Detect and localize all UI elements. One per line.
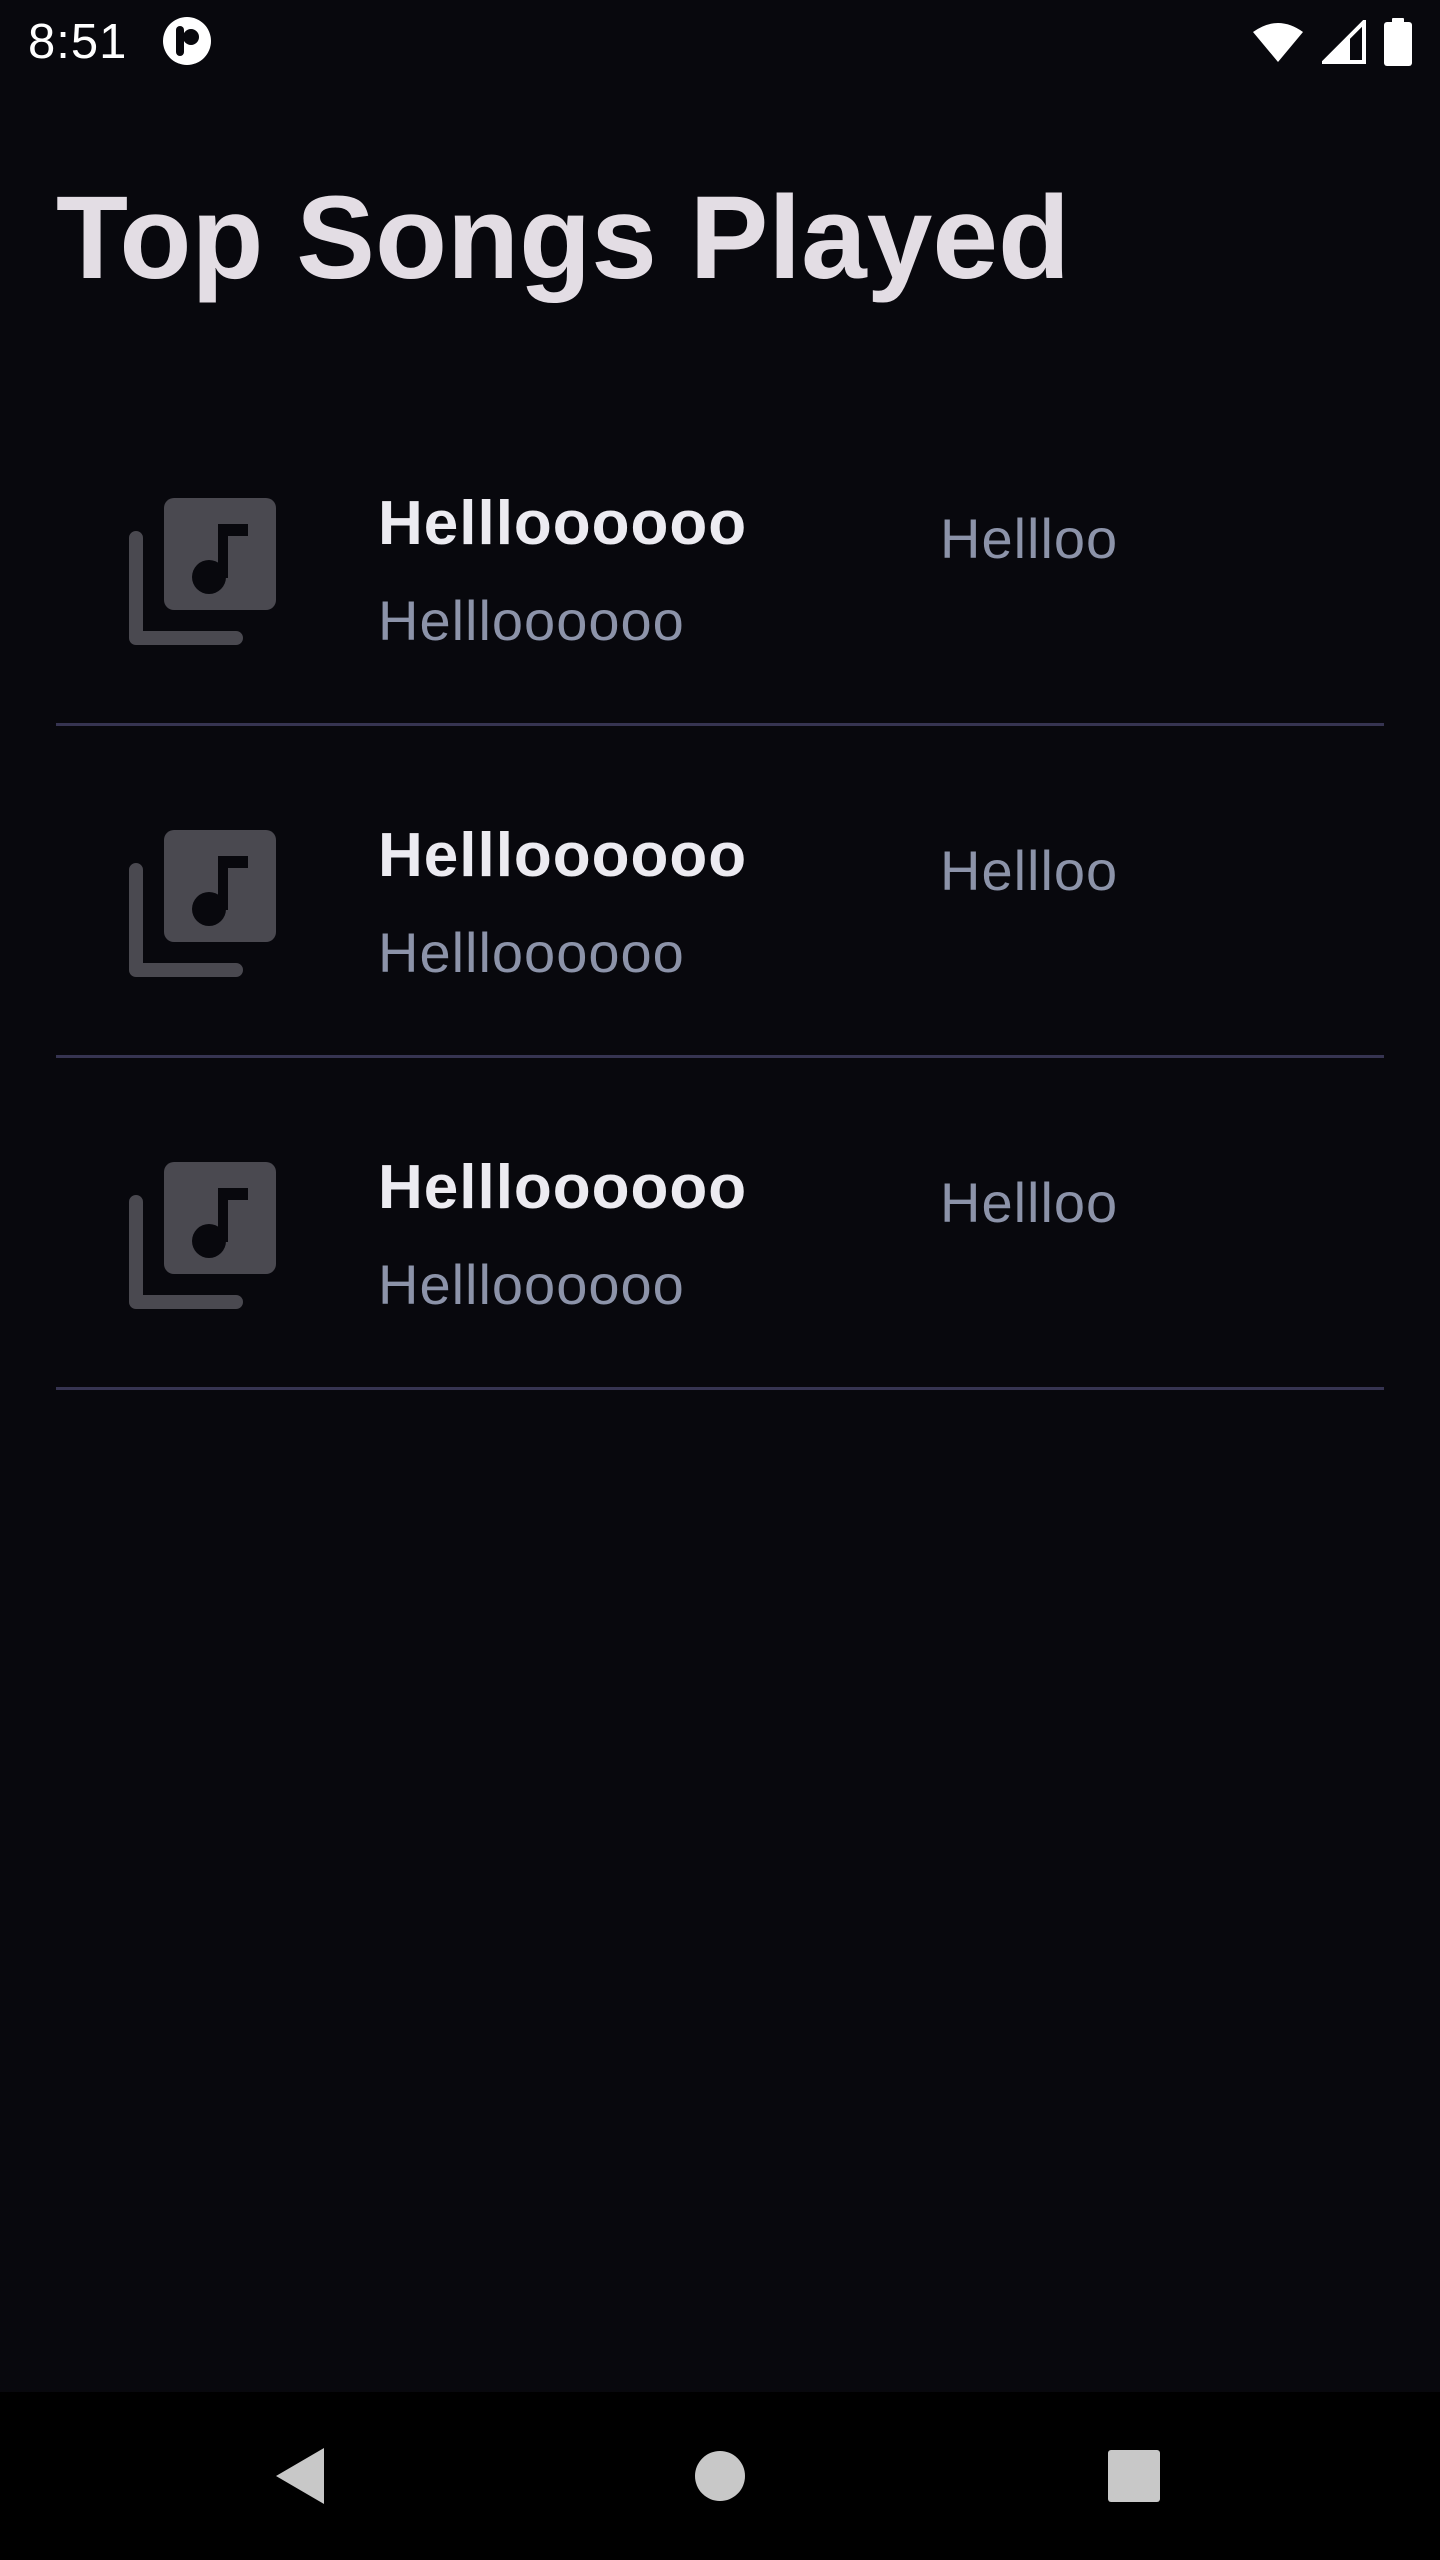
recents-icon: [1108, 2450, 1160, 2502]
home-icon: [695, 2451, 745, 2501]
song-title: Hellloooooo: [378, 489, 748, 558]
song-meta: Hellloo: [940, 839, 1119, 902]
app-notification-icon: [163, 17, 211, 65]
song-meta: Hellloo: [940, 1171, 1119, 1234]
song-list: Hellloooooo Hellloooooo Hellloo Helllooo…: [56, 394, 1384, 1390]
recents-button[interactable]: [1094, 2436, 1174, 2516]
back-icon: [276, 2448, 324, 2504]
status-icons: [1252, 18, 1412, 66]
song-item[interactable]: Hellloooooo Hellloooooo Hellloo: [56, 394, 1384, 726]
back-button[interactable]: [260, 2436, 340, 2516]
wifi-icon: [1253, 23, 1303, 62]
song-meta: Hellloo: [940, 507, 1119, 570]
page-title: Top Songs Played: [56, 172, 1071, 304]
battery-icon: [1384, 18, 1412, 66]
music-library-icon: [129, 830, 276, 977]
status-time: 8:51: [28, 15, 128, 69]
navigation-bar: [0, 2392, 1440, 2560]
status-bar: 8:51: [0, 0, 1440, 84]
music-library-icon: [129, 1162, 276, 1309]
song-subtitle: Hellloooooo: [378, 921, 685, 984]
song-subtitle: Hellloooooo: [378, 1253, 685, 1316]
song-subtitle: Hellloooooo: [378, 589, 685, 652]
song-item[interactable]: Hellloooooo Hellloooooo Hellloo: [56, 1058, 1384, 1390]
song-title: Hellloooooo: [378, 1153, 748, 1222]
song-item[interactable]: Hellloooooo Hellloooooo Hellloo: [56, 726, 1384, 1058]
signal-icon: [1322, 20, 1366, 64]
song-title: Hellloooooo: [378, 821, 748, 890]
music-library-icon: [129, 498, 276, 645]
home-button[interactable]: [680, 2436, 760, 2516]
